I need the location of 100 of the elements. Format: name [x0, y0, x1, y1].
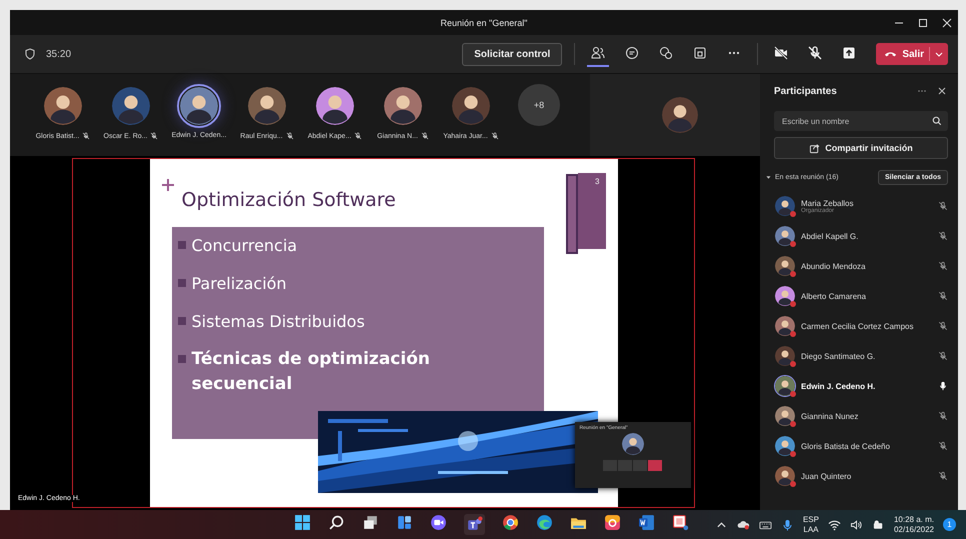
mic-off-icon — [490, 132, 499, 140]
avatar-icon — [775, 226, 795, 246]
avatar-icon — [775, 196, 795, 216]
snipping-tool-icon[interactable] — [672, 514, 689, 531]
participant-row[interactable]: Abundio Mendoza — [774, 251, 948, 281]
participant-tile[interactable] — [177, 84, 221, 128]
panel-title: Participantes — [774, 86, 837, 96]
task-view-icon[interactable] — [362, 514, 379, 531]
word-document-icon[interactable] — [638, 514, 655, 531]
participant-name: Gloris Batista de Cedeño — [801, 442, 891, 450]
participant-row[interactable]: Juan Quintero — [774, 461, 948, 491]
slide-number: 3 — [578, 173, 606, 249]
participant-row[interactable]: Gloris Batista de Cedeño — [774, 431, 948, 461]
cloud-icon[interactable] — [736, 518, 750, 530]
avatar-icon — [180, 87, 218, 125]
participant-name: Edwin J. Cedeno H. — [801, 382, 876, 390]
status-dot — [790, 271, 796, 277]
mic-off-icon — [938, 231, 948, 241]
avatar-icon — [452, 87, 490, 125]
chrome-icon[interactable] — [502, 514, 519, 531]
shield-icon — [24, 48, 36, 60]
widgets-icon[interactable] — [396, 514, 413, 531]
video-chat-icon[interactable] — [430, 514, 447, 531]
edge-icon[interactable] — [536, 514, 553, 531]
mic-off-icon — [938, 351, 948, 361]
participant-row[interactable]: Alberto Camarena — [774, 281, 948, 311]
mic-off-icon — [938, 411, 948, 421]
slide-title: Optimización Software — [182, 189, 396, 211]
avatar-icon — [775, 466, 795, 486]
status-dot — [790, 421, 796, 427]
bullet-icon — [178, 317, 186, 325]
clock-date[interactable]: 02/16/2022 — [894, 524, 934, 534]
bullet-text: Técnicas de optimización secuencial — [192, 348, 431, 396]
status-dot — [790, 391, 796, 397]
search-field[interactable]: Escribe un nombre — [774, 111, 948, 131]
avatar-icon — [775, 436, 795, 456]
window-title: Reunión en "General" — [440, 18, 528, 28]
maximize-icon[interactable] — [918, 18, 928, 28]
keyboard-layout[interactable]: LAA — [803, 524, 818, 534]
creative-cloud-icon[interactable] — [604, 514, 621, 531]
wifi-icon[interactable] — [828, 518, 841, 530]
mic-off-icon — [938, 201, 948, 211]
mic-off-icon — [938, 471, 948, 481]
mic-off-icon — [420, 132, 429, 140]
mic-off-icon — [286, 132, 294, 140]
participant-name: Abundio Mendoza — [801, 262, 866, 270]
teams-icon[interactable] — [464, 514, 485, 535]
speaker-icon[interactable] — [850, 518, 863, 530]
avatar-icon — [775, 316, 795, 336]
mic-off-icon — [150, 132, 158, 140]
expand-icon[interactable] — [766, 175, 771, 180]
overflow-count[interactable]: +8 — [518, 84, 560, 126]
share-icon — [809, 142, 820, 154]
avatar-icon — [775, 346, 795, 366]
participant-name: Maria Zeballos — [801, 198, 854, 208]
windows-start-icon[interactable] — [294, 514, 311, 531]
avatar-icon — [316, 87, 354, 125]
microphone-icon[interactable] — [780, 518, 794, 530]
avatar-icon — [775, 286, 795, 306]
status-dot — [790, 301, 796, 307]
bullet-icon — [178, 241, 186, 249]
language-indicator[interactable]: ESP — [802, 514, 819, 524]
request-control-button[interactable]: Solicitar control — [462, 42, 562, 66]
avatar-icon — [112, 87, 150, 125]
participant-row[interactable]: Abdiel Kapell G. — [774, 221, 948, 251]
status-dot — [790, 451, 796, 457]
share-invitation-button[interactable]: Compartir invitación — [774, 137, 948, 159]
mic-icon — [938, 381, 948, 391]
mic-off-icon — [938, 321, 948, 331]
avatar-icon — [622, 433, 644, 455]
status-dot — [790, 361, 796, 367]
participant-name: Alberto Camarena — [801, 292, 867, 300]
participant-name: Carmen Cecilia Cortez Campos — [801, 322, 914, 330]
avatar-icon — [775, 256, 795, 276]
avatar-icon — [775, 376, 795, 396]
participant-row[interactable]: Carmen Cecilia Cortez Campos — [774, 311, 948, 341]
bullet-icon — [178, 355, 186, 363]
status-dot — [790, 481, 796, 487]
status-dot — [790, 331, 796, 337]
leave-label: Salir — [902, 48, 924, 60]
mic-off-icon — [82, 132, 90, 140]
bullet-text: Concurrencia — [192, 235, 298, 257]
close-icon[interactable] — [942, 18, 952, 28]
search-icon[interactable] — [328, 514, 345, 531]
participant-row[interactable]: Giannina Nunez — [774, 401, 948, 431]
leave-button[interactable]: Salir — [876, 43, 948, 65]
mic-off-icon — [938, 261, 948, 271]
status-dot — [790, 211, 796, 217]
participant-row[interactable]: Diego Santimateo G. — [774, 341, 948, 371]
hang-up-icon — [884, 50, 898, 58]
participant-name: Juan Quintero — [801, 472, 852, 480]
mic-off-icon — [938, 441, 948, 451]
meeting-timer: 35:20 — [46, 48, 72, 60]
close-icon[interactable] — [936, 85, 948, 97]
mic-off-icon — [354, 132, 362, 140]
bullet-icon — [178, 279, 186, 287]
participant-row[interactable]: Edwin J. Cedeno H. — [774, 371, 948, 401]
bullet-text: Sistemas Distribuidos — [192, 311, 366, 333]
clock-time[interactable]: 10:28 a. m. — [894, 514, 934, 524]
avatar-icon — [44, 87, 82, 125]
